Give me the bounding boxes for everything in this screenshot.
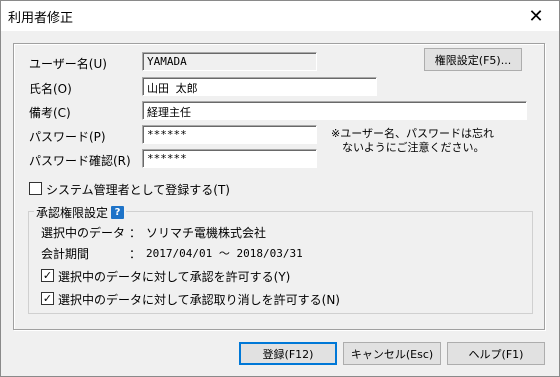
cancel-button[interactable]: キャンセル(Esc) [343, 342, 441, 365]
approval-legend: 承認権限設定 ? [34, 204, 127, 221]
full-name-label: 氏名(O) [29, 82, 72, 96]
fiscal-period-separator: ： [129, 247, 142, 261]
window-title: 利用者修正 [8, 11, 74, 26]
allow-approve-checkbox[interactable]: ✓ [41, 269, 54, 282]
password-note-line1: ※ユーザー名、パスワードは忘れ [331, 127, 494, 140]
allow-cancel-approval-checkbox[interactable]: ✓ [41, 292, 54, 305]
password-note-line2: ないようにご注意ください。 [342, 141, 485, 154]
register-button[interactable]: 登録(F12) [239, 342, 337, 365]
password-confirm-label: パスワード確認(R) [29, 154, 131, 168]
approval-legend-text: 承認権限設定 [36, 206, 109, 220]
dialog-window: 利用者修正 ✕ ユーザー名(U) YAMADA 権限設定(F5)... 氏名(O… [0, 0, 560, 377]
selected-data-separator: ： [129, 226, 142, 240]
user-name-label: ユーザー名(U) [29, 57, 107, 71]
check-mark-icon: ✓ [42, 269, 53, 282]
fiscal-period-value: 2017/04/01 ～ 2018/03/31 [146, 247, 303, 260]
permission-settings-button[interactable]: 権限設定(F5)... [424, 48, 522, 71]
title-bar: 利用者修正 ✕ [1, 1, 559, 31]
close-icon[interactable]: ✕ [513, 1, 559, 31]
selected-data-label: 選択中のデータ [41, 226, 126, 240]
password-field[interactable]: ****** [142, 125, 317, 144]
help-icon[interactable]: ? [111, 206, 125, 219]
remarks-label: 備考(C) [29, 106, 71, 120]
full-name-field[interactable]: 山田 太郎 [142, 77, 377, 96]
selected-data-value: ソリマチ電機株式会社 [146, 226, 267, 240]
admin-checkbox-label[interactable]: システム管理者として登録する(T) [46, 181, 230, 198]
password-label: パスワード(P) [29, 130, 106, 144]
password-confirm-field[interactable]: ****** [142, 149, 317, 168]
allow-approve-label[interactable]: 選択中のデータに対して承認を許可する(Y) [58, 268, 290, 285]
check-mark-icon: ✓ [42, 292, 53, 305]
remarks-field[interactable]: 経理主任 [142, 101, 527, 120]
fiscal-period-label: 会計期間 [41, 247, 90, 261]
user-name-field[interactable]: YAMADA [142, 52, 317, 71]
help-button[interactable]: ヘルプ(F1) [447, 342, 545, 365]
admin-checkbox[interactable] [29, 182, 42, 195]
allow-cancel-approval-label[interactable]: 選択中のデータに対して承認取り消しを許可する(N) [58, 291, 340, 308]
